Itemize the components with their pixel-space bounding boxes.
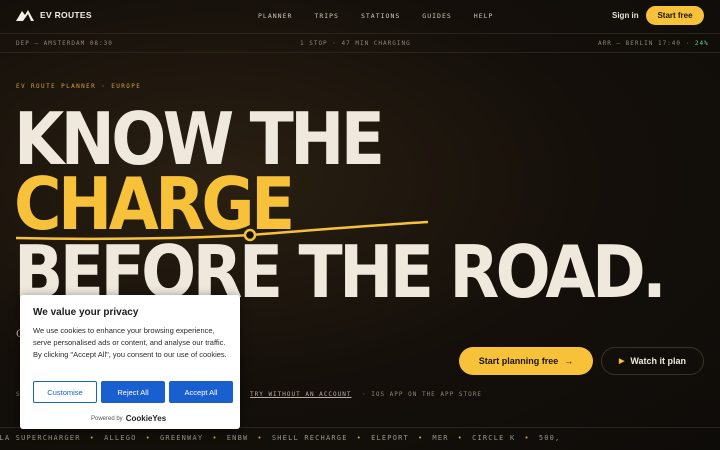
- battery-level: 24%: [694, 40, 709, 47]
- network-name: ELEPORT: [371, 434, 409, 442]
- departure-info: DEP — AMSTERDAM 08:30: [16, 40, 113, 47]
- brand-logo[interactable]: EV ROUTES: [16, 9, 92, 21]
- nav-link-trips[interactable]: TRIPS: [314, 12, 339, 20]
- start-free-button[interactable]: Start free: [646, 6, 704, 25]
- network-name: ALLEGO: [104, 434, 137, 442]
- watch-it-plan-button[interactable]: ▶ Watch it plan: [601, 347, 704, 375]
- network-name: CIRCLE K: [472, 434, 516, 442]
- cookieyes-logo: CookieYes: [125, 414, 167, 423]
- nav-link-stations[interactable]: STATIONS: [361, 12, 400, 20]
- network-name: GREENWAY: [159, 434, 204, 442]
- start-planning-label: Start planning free: [478, 356, 559, 366]
- reject-all-button[interactable]: Reject All: [101, 381, 165, 403]
- network-name: ENBW: [226, 434, 249, 442]
- nav-link-guides[interactable]: GUIDES: [422, 12, 451, 20]
- ios-app-link[interactable]: · IOS APP ON THE APP STORE: [362, 391, 482, 398]
- try-without-account-link[interactable]: TRY WITHOUT AN ACCOUNT: [250, 391, 351, 398]
- marquee-track: SLA SUPERCHARGER • ALLEGO • GREENWAY • ENBW…: [0, 434, 569, 442]
- network-name: SHELL RECHARGE: [271, 434, 348, 442]
- bullet-icon: •: [356, 434, 363, 442]
- nav-links: PLANNER TRIPS STATIONS GUIDES HELP: [258, 12, 515, 20]
- cookie-title: We value your privacy: [33, 307, 139, 318]
- powered-by-text: Powered by: [91, 415, 123, 422]
- nav-link-planner[interactable]: PLANNER: [258, 12, 292, 20]
- watch-it-plan-label: Watch it plan: [630, 356, 687, 366]
- network-name: MER: [432, 434, 449, 442]
- mountain-icon: [16, 10, 34, 21]
- bullet-icon: •: [145, 434, 151, 442]
- hero-eyebrow: EV ROUTE PLANNER · EUROPE: [16, 83, 142, 90]
- play-icon: ▶: [618, 358, 625, 365]
- cookie-body: We use cookies to enhance your browsing …: [33, 326, 227, 359]
- nav-link-help[interactable]: HELP: [474, 12, 494, 20]
- charging-summary: 1 STOP · 47 MIN CHARGING: [300, 40, 411, 47]
- network-name: 500,: [538, 434, 561, 442]
- customise-button[interactable]: Customise: [33, 381, 97, 403]
- arrow-right-icon: →: [564, 356, 574, 366]
- bullet-icon: •: [212, 434, 218, 442]
- charging-networks-marquee: SLA SUPERCHARGER • ALLEGO • GREENWAY • ENBW…: [0, 427, 720, 450]
- start-planning-button[interactable]: Start planning free →: [459, 347, 593, 375]
- cookie-consent-dialog: We value your privacy We use cookies to …: [20, 295, 240, 429]
- powered-by[interactable]: Powered by CookieYes: [91, 414, 166, 423]
- top-nav: EV ROUTES PLANNER TRIPS STATIONS GUIDES …: [0, 0, 720, 32]
- bullet-icon: •: [417, 434, 424, 442]
- accept-all-button[interactable]: Accept All: [169, 381, 233, 403]
- arrival-info: ARR — BERLIN 17:40 · 24%: [598, 40, 709, 47]
- arrival-text: ARR — BERLIN 17:40 ·: [598, 40, 691, 47]
- trip-ticker: DEP — AMSTERDAM 08:30 1 STOP · 47 MIN CH…: [0, 33, 720, 53]
- bullet-icon: •: [524, 434, 530, 442]
- bullet-icon: •: [457, 434, 464, 442]
- sign-in-link[interactable]: Sign in: [612, 11, 639, 20]
- network-name: SLA SUPERCHARGER: [0, 434, 81, 442]
- brand-name: EV ROUTES: [40, 10, 92, 20]
- bullet-icon: •: [257, 434, 263, 442]
- bullet-icon: •: [89, 434, 96, 442]
